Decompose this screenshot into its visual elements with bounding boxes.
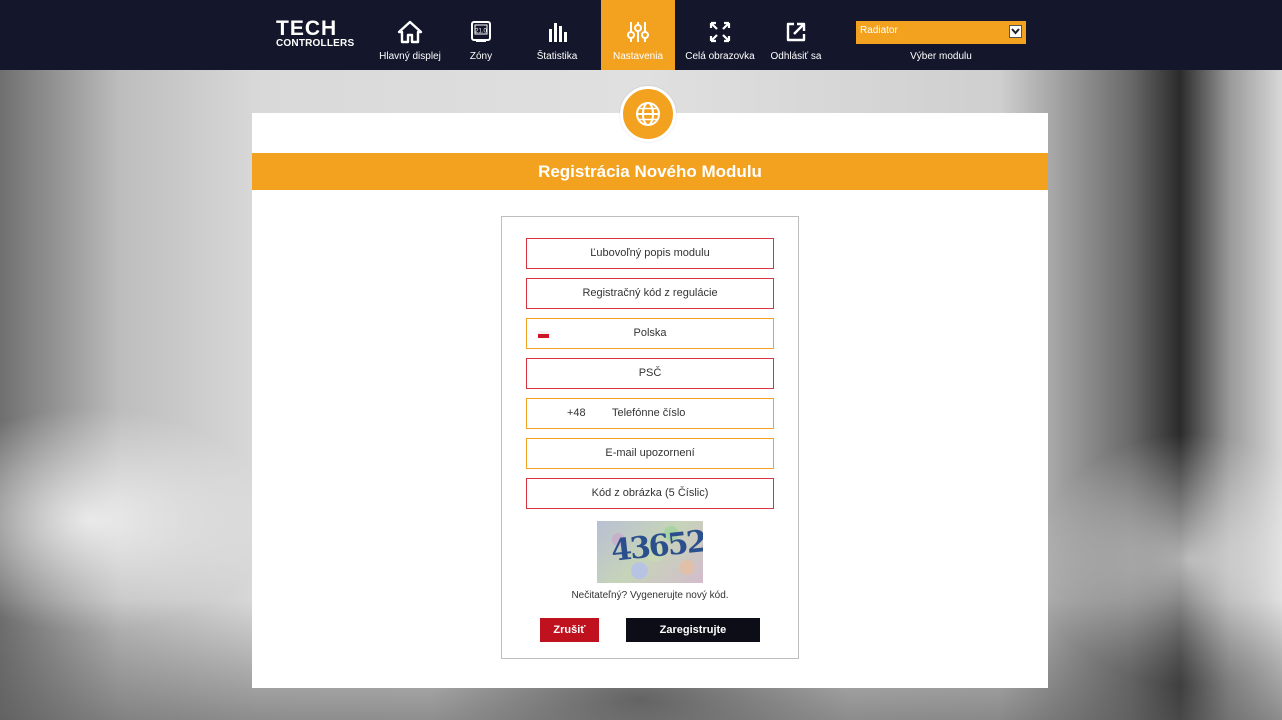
nav-logout[interactable]: Odhlásiť sa [762,0,830,70]
nav-fullscreen[interactable]: Celá obrazovka [680,0,760,70]
logout-icon [786,22,806,42]
nav-fullscreen-label: Celá obrazovka [685,51,755,62]
captcha-code-input[interactable]: Kód z obrázka (5 Číslic) [526,478,774,509]
captcha-text: 43652 [609,524,703,569]
nav-settings[interactable]: Nastavenia [601,0,675,70]
top-navigation-bar: TECH CONTROLLERS Hlavný displej 21.0 Zón… [0,0,1282,70]
description-input[interactable]: Ľubovoľný popis modulu [526,238,774,269]
phone-input[interactable]: +48 Telefónne číslo [526,398,774,429]
nav-logout-label: Odhlásiť sa [770,51,822,62]
country-value: Polska [633,327,667,339]
module-select-label: Výber modulu [910,51,972,62]
phone-placeholder: Telefónne číslo [612,407,686,419]
postcode-input[interactable]: PSČ [526,358,774,389]
fullscreen-icon [709,21,731,43]
register-button[interactable]: Zaregistrujte [626,618,760,642]
description-placeholder: Ľubovoľný popis modulu [590,247,710,259]
dialog-title: Registrácia Nového Modulu [252,153,1048,190]
tech-controllers-logo: TECH CONTROLLERS [276,17,366,56]
country-select[interactable]: Polska [526,318,774,349]
nav-statistics[interactable]: Štatistika [522,0,592,70]
globe-icon [620,86,676,142]
module-select-dropdown[interactable]: Radiator [856,21,1026,44]
nav-main-display[interactable]: Hlavný displej [372,0,448,70]
postcode-placeholder: PSČ [638,367,662,379]
poland-flag-icon [538,331,549,338]
email-input[interactable]: E-mail upozornení [526,438,774,469]
email-placeholder: E-mail upozornení [605,447,695,459]
captcha-code-placeholder: Kód z obrázka (5 Číslic) [591,487,709,499]
nav-zones[interactable]: 21.0 Zóny [458,0,504,70]
nav-settings-label: Nastavenia [612,51,664,62]
captcha-refresh-link[interactable]: Nečitateľný? Vygenerujte nový kód. [501,590,799,601]
nav-main-display-label: Hlavný displej [379,51,441,62]
registration-code-input[interactable]: Registračný kód z regulácie [526,278,774,309]
logo-sub-text: CONTROLLERS [276,38,355,49]
bar-chart-icon [549,23,567,42]
nav-zones-label: Zóny [469,51,493,62]
sliders-icon [627,22,649,42]
phone-prefix: +48 [567,407,586,419]
logo-main-text: TECH [276,17,338,40]
thermostat-icon: 21.0 [471,21,491,42]
cancel-button[interactable]: Zrušiť [540,618,599,642]
thermostat-icon-text: 21.0 [475,29,487,35]
chevron-down-icon[interactable] [1009,25,1022,38]
module-select-value: Radiator [860,25,898,36]
nav-statistics-label: Štatistika [536,51,578,62]
registration-code-placeholder: Registračný kód z regulácie [582,287,718,299]
captcha-image: 43652 [597,521,703,583]
home-icon [397,20,423,44]
